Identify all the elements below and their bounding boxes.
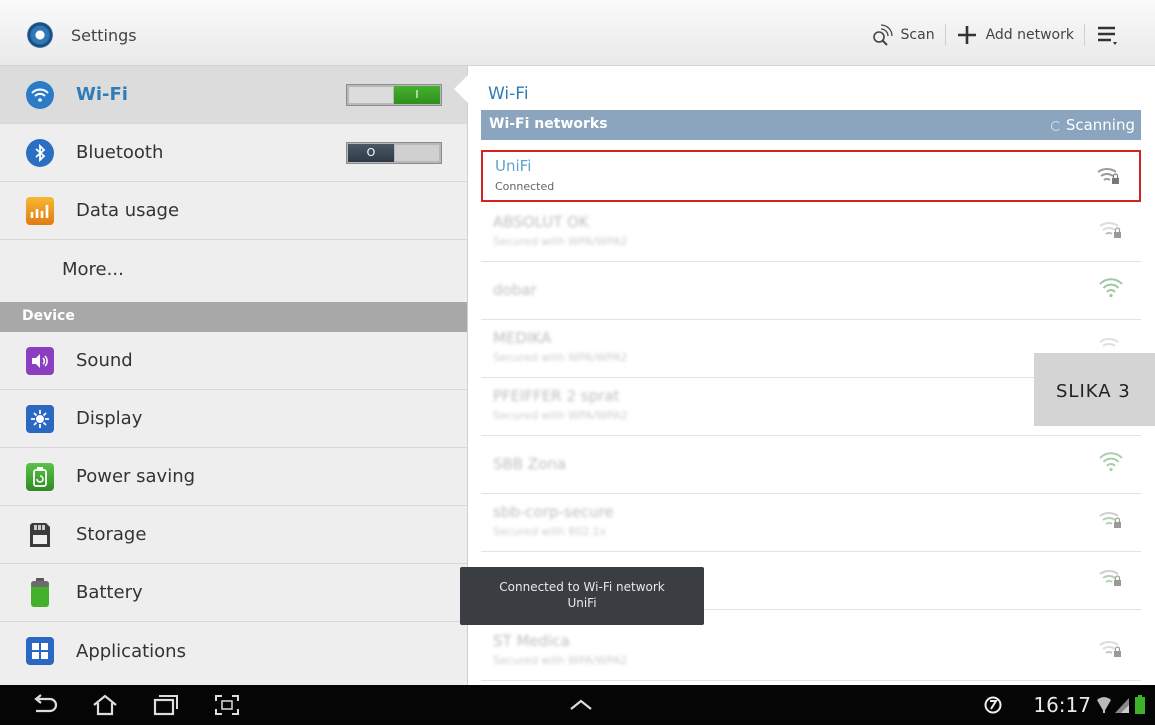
toast-line: UniFi	[567, 596, 597, 610]
figure-label: SLIKA 3	[1056, 381, 1131, 402]
battery-icon	[26, 577, 54, 607]
sidebar-item-label: Applications	[76, 640, 186, 662]
wifi-open-signal-icon	[1099, 452, 1123, 472]
network-status: Secured with WPA/WPA2	[493, 235, 628, 248]
connection-toast: Connected to Wi-Fi network UniFi	[460, 567, 704, 625]
network-item[interactable]: SBB Zona	[481, 437, 1141, 494]
sidebar-item-bluetooth[interactable]: Bluetooth O	[0, 124, 467, 182]
network-name: sbb-corp-secure	[493, 503, 614, 521]
data-usage-icon	[26, 196, 54, 225]
wifi-secured-signal-icon	[1097, 168, 1119, 184]
home-icon[interactable]	[90, 693, 120, 717]
sidebar-item-display[interactable]: Display	[0, 390, 467, 448]
signal-icon	[1115, 698, 1129, 713]
page-title: Wi-Fi	[488, 84, 529, 104]
display-icon	[26, 404, 54, 433]
sidebar-item-wifi[interactable]: Wi-Fi I	[0, 66, 467, 124]
network-name: SBB Zona	[493, 455, 567, 473]
action-bar-actions: Scan Add network	[861, 18, 1137, 52]
wifi-toggle[interactable]: I	[346, 84, 442, 106]
wifi-secured-signal-icon	[1099, 512, 1121, 528]
network-name: dobar	[493, 281, 537, 299]
sidebar-item-label: More...	[62, 258, 124, 280]
network-name: MEDIKA	[493, 329, 552, 347]
network-status: Secured with 802.1x	[493, 525, 607, 538]
networks-header-label: Wi-Fi networks	[489, 116, 608, 132]
applications-icon	[26, 637, 54, 665]
wifi-secured-signal-icon	[1099, 641, 1121, 657]
sidebar-item-label: Battery	[76, 582, 143, 603]
battery-status-icon	[1135, 695, 1145, 714]
sidebar-item-storage[interactable]: Storage	[0, 506, 467, 564]
wifi-secured-signal-icon	[1099, 570, 1121, 586]
network-item-connected[interactable]: UniFi Connected	[481, 150, 1141, 202]
sidebar-item-data-usage[interactable]: Data usage	[0, 182, 467, 240]
network-item[interactable]: sbb-corp-secure Secured with 802.1x	[481, 495, 1141, 552]
scanning-spinner-icon	[1051, 121, 1062, 131]
sidebar-item-battery[interactable]: Battery	[0, 564, 467, 622]
network-name: PFEIFFER 2 sprat	[493, 387, 620, 405]
sidebar-item-label: Power saving	[76, 466, 196, 487]
network-status: Secured with WPA/WPA2	[493, 351, 628, 364]
sound-icon	[26, 346, 54, 375]
action-bar: Settings Scan Add network	[0, 0, 1155, 66]
power-saving-icon	[26, 462, 54, 491]
scanning-label: Scanning	[1065, 116, 1135, 134]
sidebar-item-label: Storage	[76, 524, 147, 545]
chevron-up-icon[interactable]	[566, 693, 596, 717]
toast-line: Connected to Wi-Fi network	[499, 580, 665, 594]
settings-sidebar: Wi-Fi I Bluetooth O Data usage More... D…	[0, 66, 467, 685]
scan-label: Scan	[900, 27, 935, 43]
network-name: ABSOLUT OK	[493, 213, 589, 231]
sidebar-item-power-saving[interactable]: Power saving	[0, 448, 467, 506]
sidebar-item-label: Data usage	[76, 200, 180, 221]
sidebar-item-more[interactable]: More...	[0, 240, 467, 298]
sidebar-item-label: Display	[76, 408, 143, 429]
screenshot-icon[interactable]	[212, 693, 242, 717]
sidebar-item-label: Bluetooth	[76, 142, 164, 163]
settings-gear-icon[interactable]	[27, 22, 53, 48]
sidebar-item-label: Sound	[76, 350, 133, 371]
menu-icon	[1098, 26, 1117, 45]
wifi-open-signal-icon	[1099, 278, 1123, 298]
system-navigation-bar: 16:17	[0, 685, 1155, 725]
bluetooth-toggle[interactable]: O	[346, 142, 442, 164]
overflow-menu-button[interactable]	[1085, 18, 1137, 52]
section-header-device: Device	[0, 302, 467, 332]
network-status: Secured with WPA/WPA2	[493, 409, 628, 422]
figure-label-overlay: SLIKA 3	[1034, 353, 1155, 426]
app-title: Settings	[71, 26, 137, 45]
bluetooth-icon	[26, 138, 54, 167]
add-network-label: Add network	[985, 27, 1074, 43]
notification-icon[interactable]	[984, 696, 1002, 714]
sidebar-item-sound[interactable]: Sound	[0, 332, 467, 390]
status-clock: 16:17	[1033, 693, 1091, 717]
toggle-knob: O	[348, 144, 394, 162]
back-icon[interactable]	[30, 693, 60, 717]
sidebar-item-label: Wi-Fi	[76, 84, 128, 105]
selection-pointer	[454, 75, 468, 103]
network-name: UniFi	[495, 157, 532, 175]
recent-apps-icon[interactable]	[150, 693, 180, 717]
network-item[interactable]: dobar	[481, 263, 1141, 320]
wifi-status-icon	[1097, 697, 1111, 713]
scan-button[interactable]: Scan	[861, 18, 945, 52]
sidebar-item-applications[interactable]: Applications	[0, 622, 467, 680]
networks-header: Wi-Fi networks Scanning	[481, 110, 1141, 140]
plus-icon	[957, 26, 976, 44]
scanning-indicator: Scanning	[1051, 116, 1135, 134]
network-name: ST Medica	[493, 632, 570, 650]
wifi-secured-signal-icon	[1099, 222, 1121, 238]
add-network-button[interactable]: Add network	[946, 18, 1084, 52]
wifi-icon	[26, 80, 54, 109]
network-item[interactable]: ABSOLUT OK Secured with WPA/WPA2	[481, 205, 1141, 262]
scan-icon	[872, 24, 893, 46]
toggle-knob: I	[394, 86, 440, 104]
network-item[interactable]: ST Medica Secured with WPA/WPA2	[481, 624, 1141, 681]
storage-icon	[26, 521, 54, 549]
network-status: Secured with WPA/WPA2	[493, 654, 628, 667]
network-status: Connected	[495, 180, 555, 193]
